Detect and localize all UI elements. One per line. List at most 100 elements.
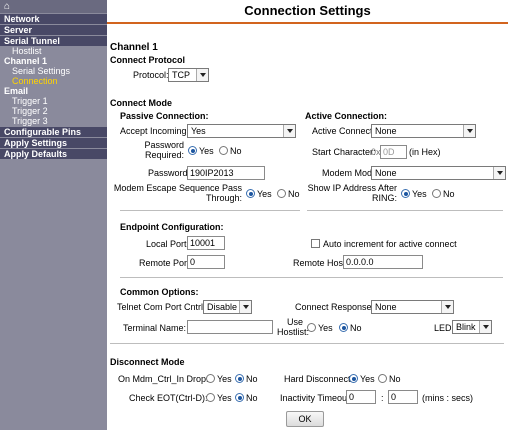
- divider: [110, 343, 504, 344]
- local-port-label: Local Port:: [146, 239, 190, 249]
- radio-unchecked-icon: [206, 374, 215, 383]
- sidebar-item-connection[interactable]: Connection: [0, 76, 107, 86]
- sidebar-item-trigger-3[interactable]: Trigger 3: [0, 116, 107, 126]
- mdm-ctrl-in-drop-no[interactable]: No: [235, 374, 258, 384]
- active-connect-label: Active Connect:: [312, 126, 376, 136]
- start-character-label: Start Character:: [312, 147, 376, 157]
- divider: [307, 210, 503, 211]
- check-eot-no[interactable]: No: [235, 393, 258, 403]
- ok-button[interactable]: OK: [286, 411, 324, 427]
- sidebar-item-serial-tunnel[interactable]: Serial Tunnel: [0, 35, 107, 46]
- sidebar-item-apply-settings[interactable]: Apply Settings: [0, 137, 107, 148]
- modem-mode-select[interactable]: None: [371, 166, 506, 180]
- sidebar-item-channel-1[interactable]: Channel 1: [0, 56, 107, 66]
- chevron-down-icon: [441, 301, 453, 313]
- terminal-name-label: Terminal Name:: [123, 323, 187, 333]
- endpoint-configuration-heading: Endpoint Configuration:: [120, 222, 224, 232]
- protocol-select[interactable]: TCP: [168, 68, 209, 82]
- common-options-heading: Common Options:: [120, 287, 199, 297]
- active-connect-value: None: [375, 126, 397, 136]
- remote-host-input[interactable]: 0.0.0.0: [343, 255, 423, 269]
- accept-incoming-value: Yes: [191, 126, 206, 136]
- password-required-label: Password Required:: [144, 140, 184, 160]
- led-label: LED:: [434, 323, 455, 333]
- terminal-name-input[interactable]: [187, 320, 273, 334]
- accept-incoming-label: Accept Incoming:: [120, 126, 190, 136]
- use-hostlist-yes[interactable]: Yes: [307, 323, 333, 333]
- chevron-down-icon: [463, 125, 475, 137]
- chevron-down-icon: [493, 167, 505, 179]
- inactivity-unit-label: (mins : secs): [422, 393, 474, 403]
- password-input[interactable]: 190IP2013: [187, 166, 265, 180]
- modem-escape-yes[interactable]: Yes: [246, 189, 272, 199]
- chevron-down-icon: [479, 321, 491, 333]
- show-ip-yes[interactable]: Yes: [401, 189, 427, 199]
- connect-response-label: Connect Response:: [295, 302, 375, 312]
- connect-response-select[interactable]: None: [371, 300, 454, 314]
- hard-disconnect-label: Hard Disconnect:: [284, 374, 354, 384]
- passive-connection-heading: Passive Connection:: [120, 111, 209, 121]
- radio-checked-icon: [339, 323, 348, 332]
- sidebar-item-email[interactable]: Email: [0, 86, 107, 96]
- protocol-label: Protocol:: [133, 70, 169, 80]
- modem-escape-no[interactable]: No: [277, 189, 300, 199]
- start-character-hint: (in Hex): [409, 147, 441, 157]
- use-hostlist-no[interactable]: No: [339, 323, 362, 333]
- sidebar-item-network[interactable]: Network: [0, 13, 107, 24]
- radio-unchecked-icon: [307, 323, 316, 332]
- telnet-com-port-select[interactable]: Disable: [203, 300, 252, 314]
- active-connection-heading: Active Connection:: [305, 111, 388, 121]
- radio-checked-icon: [235, 374, 244, 383]
- home-link[interactable]: ⌂: [0, 0, 107, 13]
- inactivity-timeout-label: Inactivity Timeout:: [280, 393, 353, 403]
- start-character-input[interactable]: 0D: [380, 145, 407, 159]
- divider: [120, 210, 300, 211]
- remote-port-label: Remote Port:: [139, 258, 193, 268]
- chevron-down-icon: [283, 125, 295, 137]
- radio-checked-icon: [349, 374, 358, 383]
- sidebar-item-trigger-2[interactable]: Trigger 2: [0, 106, 107, 116]
- mdm-ctrl-in-drop-label: On Mdm_Ctrl_In Drop:: [118, 374, 209, 384]
- radio-unchecked-icon: [277, 189, 286, 198]
- divider: [120, 277, 503, 278]
- auto-increment-checkbox[interactable]: Auto increment for active connect: [311, 239, 457, 249]
- check-eot-yes[interactable]: Yes: [206, 393, 232, 403]
- accept-incoming-select[interactable]: Yes: [187, 124, 296, 138]
- radio-unchecked-icon: [378, 374, 387, 383]
- connect-protocol-heading: Connect Protocol: [110, 55, 186, 65]
- radio-checked-icon: [246, 189, 255, 198]
- modem-escape-label: Modem Escape Sequence Pass Through:: [113, 183, 242, 203]
- sidebar-item-serial-settings[interactable]: Serial Settings: [0, 66, 107, 76]
- show-ip-label: Show IP Address After RING:: [307, 183, 397, 203]
- channel-title: Channel 1: [110, 42, 158, 53]
- password-label: Password:: [148, 168, 191, 178]
- sidebar-item-trigger-1[interactable]: Trigger 1: [0, 96, 107, 106]
- radio-unchecked-icon: [219, 146, 228, 155]
- sidebar-item-apply-defaults[interactable]: Apply Defaults: [0, 148, 107, 159]
- led-value: Blink: [456, 322, 476, 332]
- mdm-ctrl-in-drop-yes[interactable]: Yes: [206, 374, 232, 384]
- password-required-no[interactable]: No: [219, 146, 242, 156]
- local-port-input[interactable]: 10001: [187, 236, 225, 250]
- hard-disconnect-no[interactable]: No: [378, 374, 401, 384]
- show-ip-no[interactable]: No: [432, 189, 455, 199]
- active-connect-select[interactable]: None: [371, 124, 476, 138]
- connect-mode-heading: Connect Mode: [110, 98, 172, 108]
- password-required-yes[interactable]: Yes: [188, 146, 214, 156]
- radio-checked-icon: [401, 189, 410, 198]
- page-title: Connection Settings: [107, 0, 508, 24]
- radio-unchecked-icon: [432, 189, 441, 198]
- telnet-com-port-label: Telnet Com Port Cntrl:: [117, 302, 206, 312]
- inactivity-minutes-input[interactable]: 0: [346, 390, 376, 404]
- remote-port-input[interactable]: 0: [187, 255, 225, 269]
- sidebar-item-hostlist[interactable]: Hostlist: [0, 46, 107, 56]
- connect-response-value: None: [375, 302, 397, 312]
- hard-disconnect-yes[interactable]: Yes: [349, 374, 375, 384]
- disconnect-mode-heading: Disconnect Mode: [110, 357, 185, 367]
- inactivity-seconds-input[interactable]: 0: [388, 390, 418, 404]
- led-select[interactable]: Blink: [452, 320, 492, 334]
- sidebar-item-server[interactable]: Server: [0, 24, 107, 35]
- checkbox-unchecked-icon: [311, 239, 320, 248]
- check-eot-label: Check EOT(Ctrl-D):: [129, 393, 208, 403]
- sidebar-item-configurable-pins[interactable]: Configurable Pins: [0, 126, 107, 137]
